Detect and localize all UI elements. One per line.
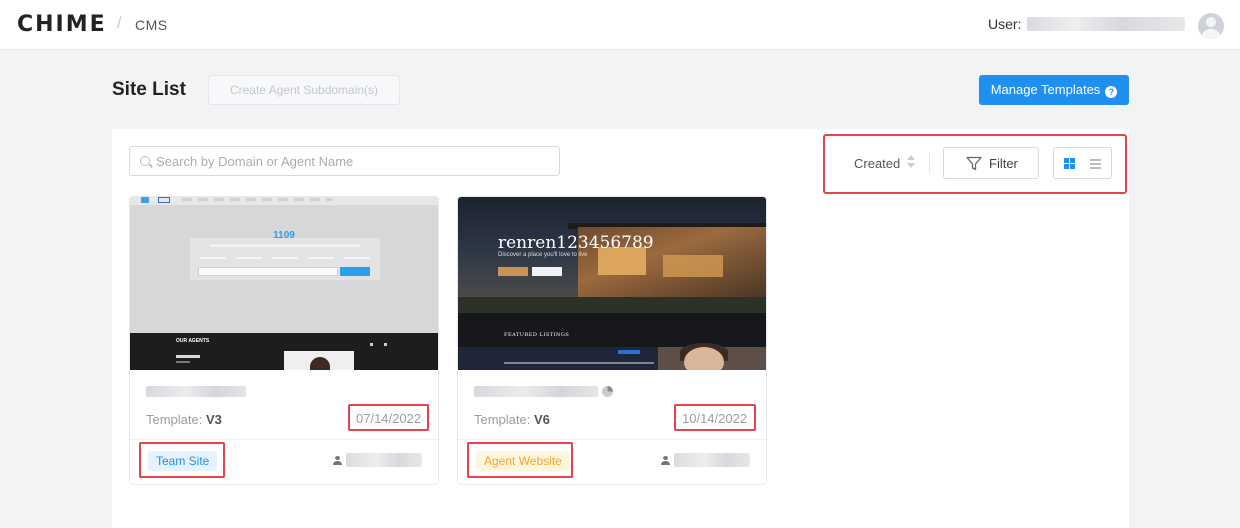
manage-templates-button[interactable]: Manage Templates? bbox=[979, 75, 1129, 105]
template-label: Template: bbox=[146, 412, 203, 427]
template-version: V3 bbox=[206, 412, 222, 427]
site-type-badge: Team Site bbox=[148, 451, 218, 471]
agent-name-redacted bbox=[346, 453, 422, 467]
site-preview-thumbnail[interactable]: 1109 OUR AGENTS bbox=[130, 197, 438, 370]
created-date: 07/14/2022 bbox=[356, 411, 422, 426]
manage-templates-label: Manage Templates bbox=[990, 82, 1101, 97]
sort-created[interactable]: Created bbox=[854, 156, 900, 171]
search-input[interactable] bbox=[156, 147, 556, 175]
site-domain-redacted bbox=[146, 386, 246, 397]
user-label: User: bbox=[988, 16, 1022, 32]
site-card[interactable]: renren123456789 Discover a place you'll … bbox=[457, 196, 767, 485]
filter-label: Filter bbox=[989, 156, 1018, 171]
person-icon bbox=[661, 456, 670, 465]
create-agent-subdomain-button[interactable]: Create Agent Subdomain(s) bbox=[208, 75, 400, 105]
help-icon: ? bbox=[1105, 86, 1118, 98]
site-type-badge: Agent Website bbox=[476, 451, 570, 471]
pie-chart-icon bbox=[602, 386, 613, 397]
divider bbox=[929, 153, 930, 173]
search-box[interactable] bbox=[129, 146, 560, 176]
chime-logo[interactable]: CHIME bbox=[17, 12, 107, 37]
user-email-redacted bbox=[1027, 17, 1185, 31]
logo-separator: / bbox=[117, 15, 122, 32]
template-info: Template: V6 bbox=[474, 412, 550, 427]
preview-section-label: FEATURED LISTINGS bbox=[504, 332, 570, 338]
template-label: Template: bbox=[474, 412, 531, 427]
template-info: Template: V3 bbox=[146, 412, 222, 427]
divider bbox=[458, 439, 766, 440]
created-date: 10/14/2022 bbox=[682, 411, 748, 426]
template-version: V6 bbox=[534, 412, 550, 427]
site-preview-thumbnail[interactable]: renren123456789 Discover a place you'll … bbox=[458, 197, 766, 370]
site-list-panel: Created Filter 1109 OUR AGENTS bbox=[112, 129, 1129, 528]
preview-logo-icon bbox=[141, 197, 149, 203]
site-card[interactable]: 1109 OUR AGENTS Template: V3 07/14/2022 … bbox=[129, 196, 439, 485]
filter-button[interactable]: Filter bbox=[943, 147, 1039, 179]
avatar[interactable] bbox=[1198, 13, 1224, 39]
grid-view-icon[interactable] bbox=[1064, 158, 1075, 169]
divider bbox=[130, 439, 438, 440]
top-bar: CHIME / CMS User: bbox=[0, 0, 1240, 50]
filter-icon bbox=[966, 156, 982, 171]
person-icon bbox=[333, 456, 342, 465]
page-title: Site List bbox=[112, 79, 186, 100]
search-icon bbox=[140, 156, 150, 166]
agent-name-redacted bbox=[674, 453, 750, 467]
sort-arrows-icon[interactable] bbox=[907, 153, 915, 171]
preview-hero-title: renren123456789 bbox=[498, 233, 654, 253]
preview-section-label: OUR AGENTS bbox=[176, 338, 210, 344]
preview-hero-title: 1109 bbox=[273, 230, 295, 241]
cms-label: CMS bbox=[135, 17, 168, 33]
site-domain-redacted bbox=[474, 386, 598, 397]
view-toggle bbox=[1053, 147, 1112, 179]
preview-hero-subtitle: Discover a place you'll love to live bbox=[498, 252, 588, 258]
list-view-icon[interactable] bbox=[1090, 158, 1101, 169]
